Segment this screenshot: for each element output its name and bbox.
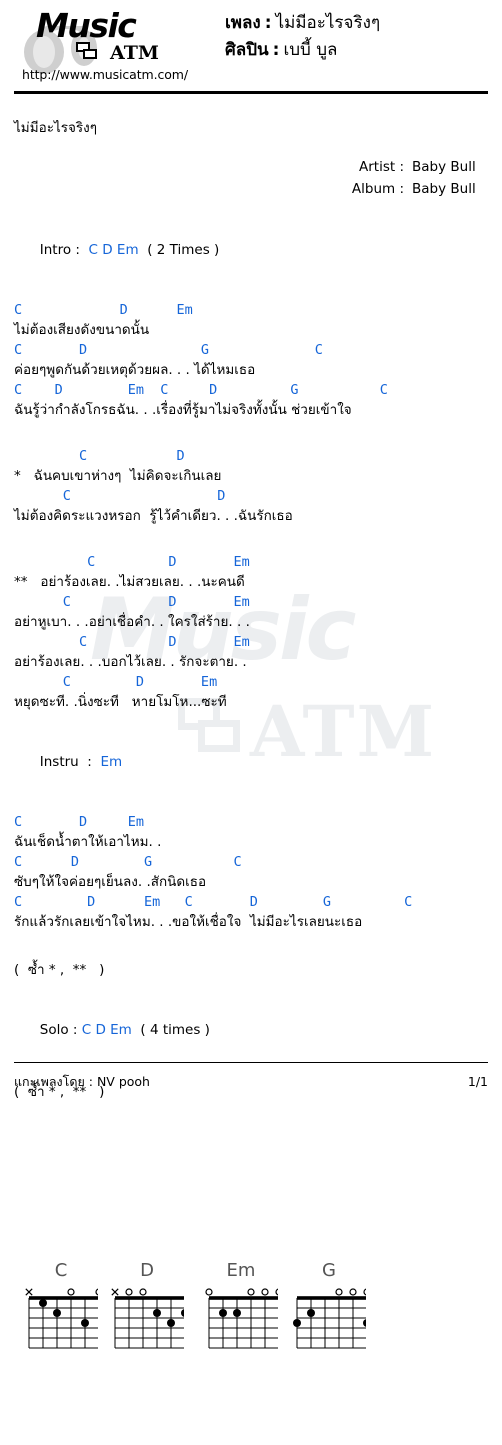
lyric-line: ฉันเช็ดน้ำตาให้เอาไหม. . xyxy=(14,834,162,850)
header-song-row: เพลง: ไม่มีอะไรจริงๆ xyxy=(225,10,500,37)
chord-line: C D G C xyxy=(14,342,323,358)
instru-line: Instru : Em xyxy=(14,738,488,786)
chord-dot xyxy=(307,1309,315,1317)
chord-line: C D Em xyxy=(14,554,250,570)
lyric-line: อย่าร้องเลย. . .บอกไว้เลย. . รักจะตาย. . xyxy=(14,654,247,670)
header-artist-row: ศิลปิน: เบบี้ บูล xyxy=(225,37,500,64)
chord-diagram-fretboard xyxy=(205,1288,278,1349)
chord-dot xyxy=(167,1319,175,1327)
lyric-line: อย่าหูเบา. . .อย่าเชื่อคำ. . ใครใส่ร้าย.… xyxy=(14,614,250,630)
chord-line: C D Em xyxy=(14,814,145,830)
chord-line: C D Em xyxy=(14,634,250,650)
header-artist-label: ศิลปิน xyxy=(225,40,269,60)
solo-chords: C D Em xyxy=(81,1022,132,1038)
verse-block: C D Em ** อย่าร้องเลย. .ไม่สวยเลย. . .นะ… xyxy=(14,552,488,712)
chord-diagram-d: D xyxy=(110,1260,196,1370)
chord-diagram-fretboard xyxy=(293,1288,366,1349)
page-number: 1/1 xyxy=(467,1074,488,1089)
intro-line: Intro : C D Em ( 2 Times ) xyxy=(14,226,488,274)
chord-line: C D Em C D G C xyxy=(14,894,413,910)
site-url[interactable]: http://www.musicatm.com/ xyxy=(22,67,188,82)
chord-line: C D xyxy=(14,448,185,464)
page-title: ไม่มีอะไรจริงๆ xyxy=(14,120,97,136)
logo-atm-text: ATM xyxy=(110,42,159,64)
chord-line: C D Em C D G C xyxy=(14,382,388,398)
chord-line: C D Em xyxy=(14,594,250,610)
chord-dot xyxy=(181,1309,184,1317)
lyric-line: ** อย่าร้องเลย. .ไม่สวยเลย. . .นะคนดี xyxy=(14,574,245,590)
credit-label: แกะเพลงโดย : xyxy=(14,1074,93,1089)
chord-diagram-row: C D Em G xyxy=(14,1260,488,1370)
artist-label: Artist : xyxy=(359,159,404,175)
header-artist-value: เบบี้ บูล xyxy=(283,40,338,60)
credit-value: NV pooh xyxy=(96,1074,150,1089)
chord-diagram-name: G xyxy=(322,1260,336,1281)
lyric-line: ค่อยๆพูดกันด้วยเหตุด้วยผล. . . ได้ไหมเธอ xyxy=(14,362,256,378)
header-song-label: เพลง xyxy=(225,13,261,33)
chord-diagram-c: C xyxy=(24,1260,110,1370)
chord-diagram-fretboard xyxy=(25,1288,98,1349)
repeat-mark: ( ซ้ำ * , ** ) xyxy=(14,962,105,978)
chord-line: C D Em xyxy=(14,674,218,690)
verse-block: C D Em ไม่ต้องเสียงดังขนาดนั้น C D G C ค… xyxy=(14,300,488,420)
album-label: Album : xyxy=(351,181,404,197)
lyric-line: หยุดซะที. .นิ่งซะที หายโมโห...ซะที xyxy=(14,694,227,710)
intro-label: Intro : xyxy=(39,242,80,258)
chord-line: C D Em xyxy=(14,302,193,318)
song-meta-list: Artist : Baby Bull Album : Baby Bull xyxy=(14,156,488,200)
song-content: ไม่มีอะไรจริงๆ Artist : Baby Bull Album :… xyxy=(0,116,502,1102)
intro-times: ( 2 Times ) xyxy=(147,242,220,258)
footer-content: แกะเพลงโดย : NV pooh 1/1 xyxy=(0,1063,502,1102)
lyric-line: ไม่ต้องคิดระแวงหรอก รู้ไว้คำเดียว. . .ฉั… xyxy=(14,508,293,524)
credit: แกะเพลงโดย : NV pooh xyxy=(14,1072,150,1092)
chord-diagram-em: Em xyxy=(204,1260,290,1370)
lyric-line: ไม่ต้องเสียงดังขนาดนั้น xyxy=(14,322,150,338)
chord-dot xyxy=(363,1319,366,1327)
chord-diagram-name: C xyxy=(54,1260,68,1281)
solo-times: ( 4 times ) xyxy=(140,1022,210,1038)
lyric-line: * ฉันคบเขาห่างๆ ไม่คิดจะเกินเลย xyxy=(14,468,222,484)
header-artist-separator: : xyxy=(272,40,280,60)
solo-label: Solo : xyxy=(39,1022,78,1038)
logo-wordmark: Music xyxy=(36,6,137,45)
site-logo[interactable]: Music ATM http://www.musicatm.com/ xyxy=(22,4,222,88)
chord-dot xyxy=(293,1319,301,1327)
chord-diagram-fretboard xyxy=(111,1288,184,1349)
chord-dot xyxy=(53,1309,61,1317)
artist-value: Baby Bull xyxy=(412,159,476,175)
page-header: Music ATM http://www.musicatm.com/ เพลง:… xyxy=(0,0,502,88)
header-song-separator: : xyxy=(264,13,272,33)
logo-square-2 xyxy=(83,49,97,59)
verse-block: C D Em ฉันเช็ดน้ำตาให้เอาไหม. . C D G C … xyxy=(14,812,488,932)
instru-chords: Em xyxy=(100,754,123,770)
chord-dot xyxy=(153,1309,161,1317)
header-song-value: ไม่มีอะไรจริงๆ xyxy=(275,13,381,33)
header-song-meta: เพลง: ไม่มีอะไรจริงๆ ศิลปิน: เบบี้ บูล xyxy=(225,10,500,64)
lyric-line: รักแล้วรักเลยเข้าใจไหม. . .ขอให้เชื่อใจ … xyxy=(14,914,363,930)
solo-line: Solo : C D Em ( 4 times ) xyxy=(14,1006,488,1054)
chord-diagram-name: D xyxy=(140,1260,154,1281)
header-divider xyxy=(14,91,488,94)
page: Music ATM http://www.musicatm.com/ เพลง:… xyxy=(0,0,502,1349)
instru-label: Instru : xyxy=(39,754,92,770)
verse-block: C D * ฉันคบเขาห่างๆ ไม่คิดจะเกินเลย C D … xyxy=(14,446,488,526)
lyric-line: ซับๆให้ใจค่อยๆเย็นลง. .สักนิดเธอ xyxy=(14,874,207,890)
page-footer: แกะเพลงโดย : NV pooh 1/1 xyxy=(0,1062,502,1102)
chord-diagram-name: Em xyxy=(226,1260,256,1281)
chord-dot xyxy=(233,1309,241,1317)
lyric-line: ฉันรู้ว่ากำลังโกรธฉัน. . .เรื่องที่รู้มา… xyxy=(14,402,352,418)
chord-line: C D xyxy=(14,488,226,504)
intro-chords: C D Em xyxy=(88,242,139,258)
album-value: Baby Bull xyxy=(412,181,476,197)
chord-diagram-g: G xyxy=(292,1260,378,1370)
chord-line: C D G C xyxy=(14,854,242,870)
album-row: Album : Baby Bull xyxy=(14,178,486,200)
artist-row: Artist : Baby Bull xyxy=(14,156,486,178)
chord-dot xyxy=(39,1299,47,1307)
chord-dot xyxy=(219,1309,227,1317)
chord-dot xyxy=(81,1319,89,1327)
